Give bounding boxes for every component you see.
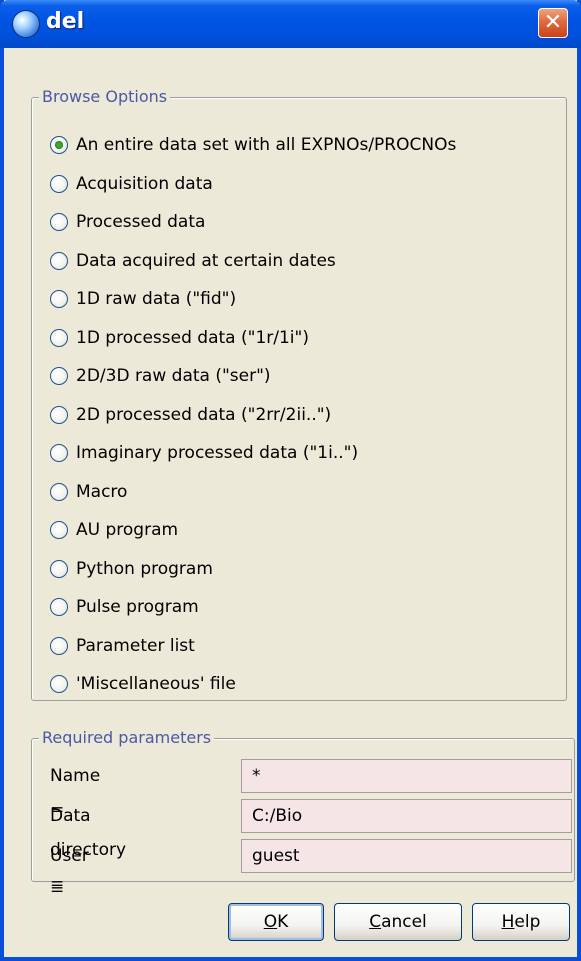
cancel-label-rest: ancel bbox=[381, 912, 427, 932]
radio-unchecked-icon[interactable] bbox=[50, 521, 68, 539]
radio-unchecked-icon[interactable] bbox=[50, 483, 68, 501]
ok-label-rest: K bbox=[277, 912, 289, 932]
radio-unchecked-icon[interactable] bbox=[50, 290, 68, 308]
browse-option-label: Imaginary processed data ("1i..") bbox=[76, 443, 359, 463]
browse-option-label: Parameter list bbox=[76, 636, 195, 656]
radio-unchecked-icon[interactable] bbox=[50, 213, 68, 231]
browse-option[interactable]: Macro bbox=[50, 477, 127, 507]
browse-option-label: An entire data set with all EXPNOs/PROCN… bbox=[76, 135, 457, 155]
radio-checked-icon[interactable] bbox=[50, 136, 68, 154]
window-title: del bbox=[46, 9, 85, 34]
cancel-mnemonic: C bbox=[369, 912, 382, 932]
browse-option[interactable]: An entire data set with all EXPNOs/PROCN… bbox=[50, 130, 456, 160]
radio-unchecked-icon[interactable] bbox=[50, 329, 68, 347]
browse-option[interactable]: 1D raw data ("fid") bbox=[50, 284, 236, 314]
browse-option[interactable]: Parameter list bbox=[50, 631, 195, 661]
browse-option[interactable]: 'Miscellaneous' file bbox=[50, 669, 236, 699]
ok-mnemonic: O bbox=[263, 912, 278, 932]
app-icon bbox=[12, 10, 40, 38]
browse-option-label: AU program bbox=[76, 520, 179, 540]
name-field[interactable]: * bbox=[241, 759, 572, 793]
browse-option-label: 2D processed data ("2rr/2ii..") bbox=[76, 405, 332, 425]
browse-option[interactable]: Python program bbox=[50, 554, 213, 584]
browse-option[interactable]: Imaginary processed data ("1i..") bbox=[50, 438, 358, 468]
browse-options-title: Browse Options bbox=[39, 87, 171, 107]
browse-option-label: Data acquired at certain dates bbox=[76, 251, 336, 271]
browse-option[interactable]: Pulse program bbox=[50, 592, 199, 622]
radio-unchecked-icon[interactable] bbox=[50, 367, 68, 385]
browse-option-label: Pulse program bbox=[76, 597, 199, 617]
help-mnemonic: H bbox=[501, 912, 515, 932]
radio-unchecked-icon[interactable] bbox=[50, 252, 68, 270]
data-directory-field[interactable]: C:/Bio bbox=[241, 799, 572, 833]
browse-option-label: Macro bbox=[76, 482, 128, 502]
browse-option-label: Processed data bbox=[76, 212, 206, 232]
browse-option-label: 1D raw data ("fid") bbox=[76, 289, 237, 309]
dialog-window: del ✕ Browse Options An entire data set … bbox=[0, 0, 581, 961]
browse-option[interactable]: 2D processed data ("2rr/2ii..") bbox=[50, 400, 331, 430]
user-field[interactable]: guest bbox=[241, 839, 572, 873]
browse-option-label: 'Miscellaneous' file bbox=[76, 674, 236, 694]
browse-option-label: 2D/3D raw data ("ser") bbox=[76, 366, 271, 386]
data-directory-label: Data directory = bbox=[50, 806, 127, 894]
radio-unchecked-icon[interactable] bbox=[50, 637, 68, 655]
help-label-rest: elp bbox=[514, 912, 541, 932]
required-parameters-title: Required parameters bbox=[39, 728, 215, 748]
browse-option-label: Acquisition data bbox=[76, 174, 213, 194]
radio-unchecked-icon[interactable] bbox=[50, 598, 68, 616]
close-button[interactable]: ✕ bbox=[538, 8, 568, 38]
radio-unchecked-icon[interactable] bbox=[50, 560, 68, 578]
cancel-button[interactable]: Cancel bbox=[334, 903, 462, 941]
name-label: Name = bbox=[50, 766, 101, 820]
title-bar[interactable]: del ✕ bbox=[0, 0, 581, 48]
user-label: User = bbox=[50, 846, 89, 900]
browse-option[interactable]: Data acquired at certain dates bbox=[50, 246, 336, 276]
close-icon: ✕ bbox=[543, 10, 563, 35]
radio-unchecked-icon[interactable] bbox=[50, 406, 68, 424]
ok-button[interactable]: OK bbox=[228, 903, 324, 941]
browse-option[interactable]: Processed data bbox=[50, 207, 205, 237]
radio-unchecked-icon[interactable] bbox=[50, 444, 68, 462]
browse-option[interactable]: AU program bbox=[50, 515, 178, 545]
browse-option[interactable]: 2D/3D raw data ("ser") bbox=[50, 361, 271, 391]
browse-option-label: Python program bbox=[76, 559, 213, 579]
radio-unchecked-icon[interactable] bbox=[50, 675, 68, 693]
browse-option[interactable]: 1D processed data ("1r/1i") bbox=[50, 323, 309, 353]
help-button[interactable]: Help bbox=[472, 903, 570, 941]
radio-unchecked-icon[interactable] bbox=[50, 175, 68, 193]
browse-option[interactable]: Acquisition data bbox=[50, 169, 213, 199]
browse-option-label: 1D processed data ("1r/1i") bbox=[76, 328, 309, 348]
